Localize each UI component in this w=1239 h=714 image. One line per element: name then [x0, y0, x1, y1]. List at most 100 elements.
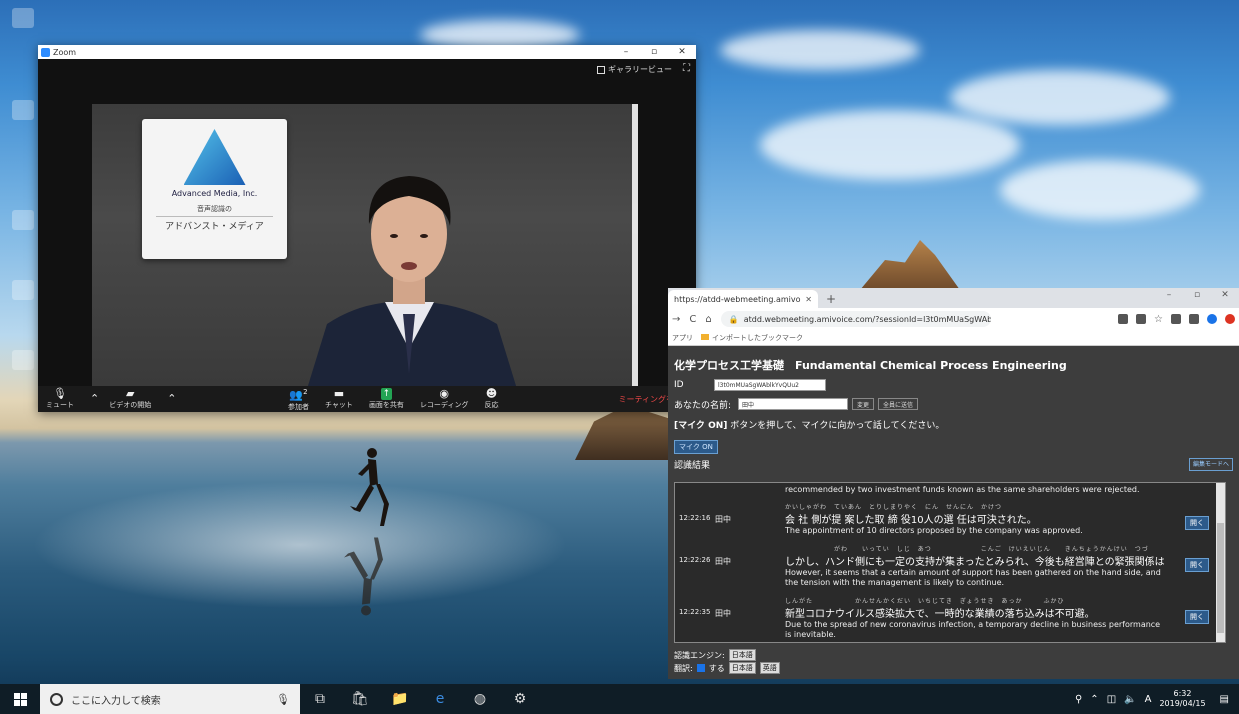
result-speaker: 田中	[715, 557, 731, 566]
results-scrollbar[interactable]	[1216, 483, 1225, 642]
audio-options-button[interactable]: ⌃	[90, 393, 99, 405]
mute-label: ミュート	[46, 401, 74, 409]
puzzle-icon[interactable]	[1189, 314, 1199, 324]
share-screen-button[interactable]: ↑ 画面を共有	[369, 388, 404, 410]
chevron-up-icon[interactable]: ⌃	[1090, 694, 1098, 705]
close-icon[interactable]: ✕	[1211, 290, 1239, 300]
open-button[interactable]: 開く	[1185, 516, 1209, 530]
minimize-icon[interactable]: –	[612, 47, 640, 57]
people-icon[interactable]: ⚲	[1075, 694, 1082, 705]
result-time: 12:22:35	[679, 608, 711, 616]
results-list[interactable]: recommended by two investment funds know…	[674, 482, 1226, 643]
engine-row: 認識エンジン: 日本語	[674, 649, 756, 661]
microphone-icon[interactable]: 🎙	[276, 693, 290, 706]
tab-title: https://atdd-webmeeting.amivo	[674, 294, 801, 304]
reload-icon[interactable]: C	[689, 314, 696, 325]
extension-icon[interactable]	[1171, 314, 1181, 324]
desktop-icon-5[interactable]	[6, 350, 40, 372]
browser-tab[interactable]: https://atdd-webmeeting.amivo ✕	[668, 290, 818, 308]
cast-icon[interactable]	[1118, 314, 1129, 324]
maximize-icon[interactable]: ▫	[1183, 290, 1211, 300]
chrome-icon[interactable]: ◍	[460, 684, 500, 714]
instruction-bold: [マイク ON]	[674, 421, 728, 431]
gallery-view-button[interactable]: ギャラリービュー	[597, 64, 672, 75]
reactions-button[interactable]: ☻ 反応	[484, 388, 498, 410]
taskbar-search[interactable]: ここに入力して検索 🎙	[40, 684, 300, 714]
store-icon[interactable]: 🛍	[340, 684, 380, 714]
transcription-page: 化学プロセス工学基礎 Fundamental Chemical Process …	[668, 346, 1239, 679]
mic-on-button[interactable]: マイク ON	[674, 440, 718, 454]
participants-button[interactable]: 👥2 参加者	[288, 386, 309, 412]
windows-logo-icon	[13, 692, 27, 706]
chrome-window: https://atdd-webmeeting.amivo ✕ + – ▫ ✕ …	[668, 288, 1239, 679]
profile-icon[interactable]	[1207, 314, 1217, 324]
desktop-icon-recycle-bin[interactable]	[6, 8, 40, 30]
url-field[interactable]: 🔒 atdd.webmeeting.amivoice.com/?sessionI…	[720, 311, 991, 327]
extension-red-icon[interactable]	[1225, 314, 1235, 324]
mute-button[interactable]: 🎙 ミュート	[46, 388, 74, 410]
start-video-button[interactable]: ▰ ビデオの開始	[109, 388, 151, 410]
session-id-field[interactable]: l3t0mMUaSgWAblkYvQUu2	[714, 379, 826, 391]
new-tab-icon[interactable]: +	[826, 292, 836, 306]
minimize-icon[interactable]: –	[1155, 290, 1183, 300]
ime-indicator[interactable]: A	[1145, 694, 1152, 705]
desktop-icon-computer[interactable]	[6, 280, 40, 302]
engine-select[interactable]: 日本語	[728, 649, 756, 661]
video-off-icon: ▰	[125, 387, 135, 400]
edit-mode-button[interactable]: 編集モードへ	[1188, 458, 1233, 471]
id-label: ID	[674, 380, 684, 390]
settings-icon[interactable]: ⚙	[500, 684, 540, 714]
file-explorer-icon[interactable]: 📁	[380, 684, 420, 714]
zoom-icon[interactable]	[1136, 314, 1147, 324]
result-row: 12:22:35 田中 しんがた かんせんかくだい いちじてき ぎょうせき あっか …	[675, 596, 1225, 640]
notifications-icon[interactable]: ▤	[1220, 694, 1229, 705]
zoom-video-area: ギャラリービュー ⛶ Advanced Media, Inc. 音声認識の アド…	[38, 59, 696, 386]
record-icon: ◉	[439, 387, 449, 400]
bookmark-apps[interactable]: アプリ	[672, 333, 693, 343]
volume-icon[interactable]: 🔈	[1124, 694, 1136, 705]
result-row: 12:22:26 田中 がわ いってい しじ あつ こんご けいえいじん きんちょ…	[675, 544, 1225, 588]
desktop-icon-2[interactable]	[6, 100, 40, 122]
desktop-icon-google[interactable]	[6, 210, 40, 232]
clock-date: 2019/04/15	[1159, 699, 1206, 708]
open-button[interactable]: 開く	[1185, 558, 1209, 572]
grid-icon	[597, 65, 605, 74]
result-row: 12:22:16 田中 かいしゃがわ ていあん とりしまりやく にん せんにん かけ…	[675, 502, 1225, 536]
participants-icon: 👥2	[289, 388, 308, 402]
bookmark-star-icon[interactable]: ☆	[1154, 314, 1163, 325]
network-icon[interactable]: ◫	[1107, 694, 1116, 705]
translate-check-label: する	[708, 663, 725, 673]
forward-icon[interactable]: →	[672, 314, 680, 325]
company-logo-icon	[183, 129, 246, 185]
chat-icon: ▬	[333, 387, 345, 400]
clock[interactable]: 6:32 2019/04/15	[1159, 689, 1205, 709]
record-button[interactable]: ◉ レコーディング	[420, 388, 469, 410]
open-button[interactable]: 開く	[1185, 610, 1209, 624]
fullscreen-icon[interactable]: ⛶	[683, 63, 690, 74]
start-button[interactable]	[0, 684, 40, 714]
result-ruby: がわ いってい しじ あつ こんご けいえいじん きんちょうかんけい つづ	[785, 546, 1149, 553]
task-view-icon[interactable]: ⧉	[300, 684, 340, 714]
video-options-button[interactable]: ⌃	[167, 393, 176, 405]
translate-from-select[interactable]: 日本語	[728, 662, 756, 674]
maximize-icon[interactable]: ▫	[640, 47, 668, 57]
result-speaker: 田中	[715, 609, 731, 618]
edge-icon[interactable]: e	[420, 684, 460, 714]
reactions-label: 反応	[484, 401, 499, 409]
translate-checkbox[interactable]	[696, 664, 705, 672]
share-screen-icon: ↑	[380, 388, 393, 400]
translate-to-select[interactable]: 英語	[759, 662, 780, 674]
bookmark-imported[interactable]: インポートしたブックマーク	[701, 333, 803, 343]
home-icon[interactable]: ⌂	[705, 314, 711, 325]
close-icon[interactable]: ✕	[668, 47, 696, 57]
scrollbar-thumb[interactable]	[1217, 523, 1224, 633]
name-field[interactable]: 田中	[738, 398, 848, 410]
company-sign: Advanced Media, Inc. 音声認識の アドバンスト・メディア	[142, 119, 287, 259]
change-name-button[interactable]: 変更	[852, 398, 875, 410]
runner-silhouette	[350, 448, 389, 526]
result-english: The appointment of 10 directors proposed…	[785, 526, 1083, 535]
folder-icon	[701, 333, 709, 340]
chat-button[interactable]: ▬ チャット	[325, 388, 353, 410]
close-tab-icon[interactable]: ✕	[805, 295, 812, 304]
send-all-button[interactable]: 全員に送信	[878, 398, 919, 410]
